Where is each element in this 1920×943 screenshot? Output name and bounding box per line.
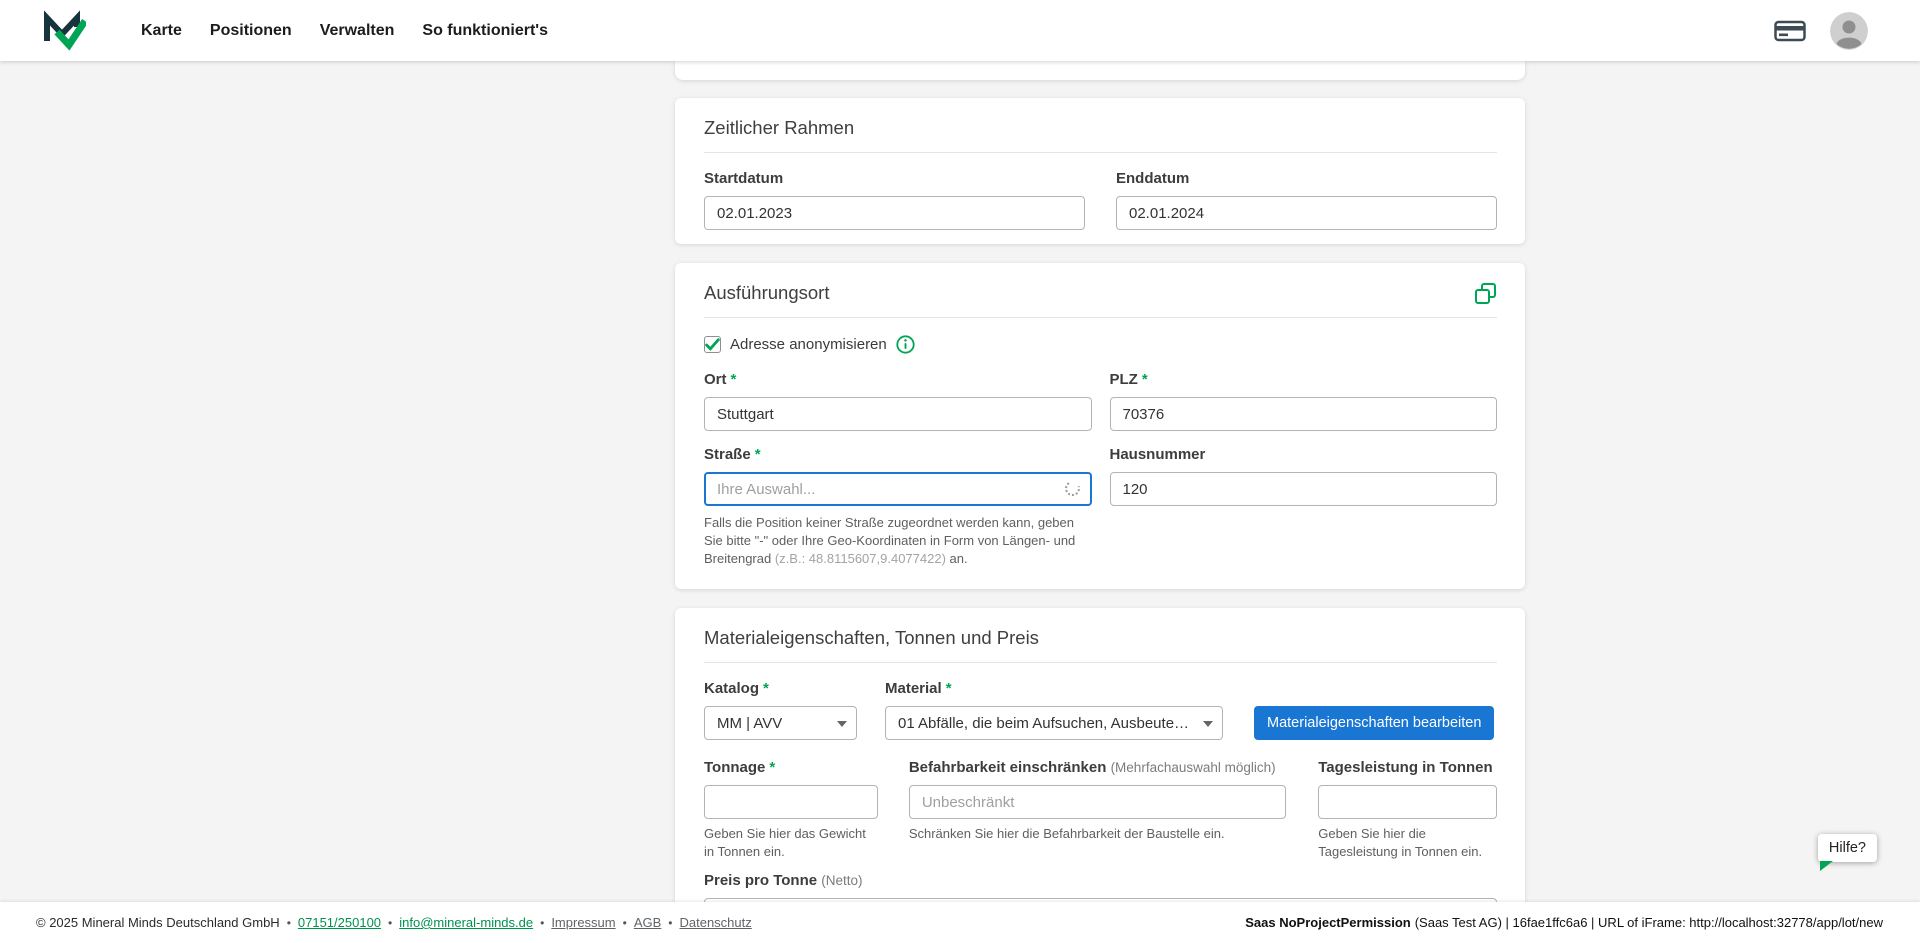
plz-input[interactable] xyxy=(1110,397,1498,431)
navbar-right xyxy=(1774,12,1868,50)
tagesleistung-label: Tagesleistung in Tonnen xyxy=(1318,758,1497,777)
separator xyxy=(540,915,544,930)
navbar: Karte Positionen Verwalten So funktionie… xyxy=(0,0,1920,61)
strasse-input-wrap xyxy=(704,472,1092,506)
tonnage-help-text: Geben Sie hier das Gewicht in Tonnen ein… xyxy=(704,825,878,861)
required-asterisk: * xyxy=(946,680,952,697)
tonnage-field: Tonnage* Geben Sie hier das Gewicht in T… xyxy=(704,758,878,861)
strasse-label: Straße* xyxy=(704,445,1092,464)
help-button[interactable]: Hilfe? xyxy=(1818,834,1877,862)
mineral-minds-logo-icon[interactable] xyxy=(42,10,86,52)
footer-left: © 2025 Mineral Minds Deutschland GmbH 07… xyxy=(36,915,752,930)
required-asterisk: * xyxy=(755,446,761,463)
edit-material-properties-button[interactable]: Materialeigenschaften bearbeiten xyxy=(1254,706,1494,740)
footer-datenschutz-link[interactable]: Datenschutz xyxy=(679,915,751,930)
nav-item-karte[interactable]: Karte xyxy=(141,22,182,40)
katalog-select[interactable]: MM | AVV xyxy=(704,706,857,740)
info-icon[interactable] xyxy=(896,335,915,354)
previous-card-partial xyxy=(675,61,1525,80)
card-reader-icon[interactable] xyxy=(1774,18,1806,44)
tonnage-label: Tonnage* xyxy=(704,758,878,777)
section-title-ausfuehrungsort: Ausführungsort xyxy=(704,281,829,305)
strasse-field: Straße* Falls die Position keiner Straße… xyxy=(704,445,1092,567)
startdatum-input[interactable] xyxy=(704,196,1085,230)
required-asterisk: * xyxy=(769,759,775,776)
anonymize-label: Adresse anonymisieren xyxy=(730,336,887,353)
hausnummer-label: Hausnummer xyxy=(1110,445,1498,464)
tonnage-input[interactable] xyxy=(704,785,878,819)
user-avatar[interactable] xyxy=(1830,12,1868,50)
plz-label: PLZ* xyxy=(1110,370,1498,389)
card-material: Materialeigenschaften, Tonnen und Preis … xyxy=(675,608,1525,902)
main-nav: Karte Positionen Verwalten So funktionie… xyxy=(141,22,548,40)
strasse-help-text: Falls die Position keiner Straße zugeord… xyxy=(704,514,1076,567)
chevron-down-icon xyxy=(837,721,847,727)
befahrbarkeit-label: Befahrbarkeit einschränken (Mehrfachausw… xyxy=(909,758,1286,777)
footer-copyright: © 2025 Mineral Minds Deutschland GmbH xyxy=(36,915,280,930)
separator xyxy=(668,915,672,930)
separator xyxy=(287,915,291,930)
hausnummer-field: Hausnummer xyxy=(1110,445,1498,567)
page-content: Zeitlicher Rahmen Startdatum Enddatum Au… xyxy=(0,61,1920,902)
anonymize-checkbox[interactable] xyxy=(704,336,721,353)
hausnummer-input[interactable] xyxy=(1110,472,1498,506)
nav-item-positionen[interactable]: Positionen xyxy=(210,22,292,40)
required-asterisk: * xyxy=(731,371,737,388)
preis-field: Preis pro Tonne (Netto) xyxy=(704,871,1497,902)
enddatum-field: Enddatum xyxy=(1116,169,1497,230)
section-title-zeitlicher-rahmen: Zeitlicher Rahmen xyxy=(704,116,1497,140)
copy-icon[interactable] xyxy=(1474,282,1497,305)
enddatum-input[interactable] xyxy=(1116,196,1497,230)
footer: © 2025 Mineral Minds Deutschland GmbH 07… xyxy=(0,902,1920,943)
footer-phone-link[interactable]: 07151/250100 xyxy=(298,915,381,930)
tagesleistung-field: Tagesleistung in Tonnen Geben Sie hier d… xyxy=(1318,758,1497,861)
material-field: Material* 01 Abfälle, die beim Aufsuchen… xyxy=(885,679,1223,740)
ort-field: Ort* xyxy=(704,370,1092,431)
divider xyxy=(704,317,1497,318)
preis-label: Preis pro Tonne (Netto) xyxy=(704,871,1497,890)
chevron-down-icon xyxy=(1203,721,1213,727)
befahrbarkeit-input[interactable] xyxy=(909,785,1286,819)
katalog-label: Katalog* xyxy=(704,679,857,698)
form-column: Zeitlicher Rahmen Startdatum Enddatum Au… xyxy=(675,61,1525,902)
card-zeitlicher-rahmen: Zeitlicher Rahmen Startdatum Enddatum xyxy=(675,98,1525,244)
strasse-input[interactable] xyxy=(706,475,1090,503)
nav-item-verwalten[interactable]: Verwalten xyxy=(320,22,395,40)
ort-label: Ort* xyxy=(704,370,1092,389)
footer-email-link[interactable]: info@mineral-minds.de xyxy=(399,915,533,930)
katalog-field: Katalog* MM | AVV xyxy=(704,679,857,740)
startdatum-field: Startdatum xyxy=(704,169,1085,230)
footer-agb-link[interactable]: AGB xyxy=(634,915,661,930)
material-select[interactable]: 01 Abfälle, die beim Aufsuchen, Ausbeute… xyxy=(885,706,1223,740)
plz-field: PLZ* xyxy=(1110,370,1498,431)
separator xyxy=(623,915,627,930)
footer-impressum-link[interactable]: Impressum xyxy=(551,915,615,930)
separator xyxy=(388,915,392,930)
befahrbarkeit-field: Befahrbarkeit einschränken (Mehrfachausw… xyxy=(909,758,1286,843)
required-asterisk: * xyxy=(763,680,769,697)
startdatum-label: Startdatum xyxy=(704,169,1085,188)
tagesleistung-help-text: Geben Sie hier die Tagesleistung in Tonn… xyxy=(1318,825,1497,861)
required-asterisk: * xyxy=(1142,371,1148,388)
material-label: Material* xyxy=(885,679,1223,698)
divider xyxy=(704,152,1497,153)
enddatum-label: Enddatum xyxy=(1116,169,1497,188)
befahrbarkeit-help-text: Schränken Sie hier die Befahrbarkeit der… xyxy=(909,825,1286,843)
footer-environment-info: Saas NoProjectPermission(Saas Test AG) |… xyxy=(1245,915,1883,930)
section-title-material: Materialeigenschaften, Tonnen und Preis xyxy=(704,626,1497,650)
card-ausfuehrungsort: Ausführungsort Adresse anonymisieren xyxy=(675,263,1525,589)
nav-item-so-funktionierts[interactable]: So funktioniert's xyxy=(422,22,548,40)
ort-input[interactable] xyxy=(704,397,1092,431)
divider xyxy=(704,662,1497,663)
tagesleistung-input[interactable] xyxy=(1318,785,1497,819)
